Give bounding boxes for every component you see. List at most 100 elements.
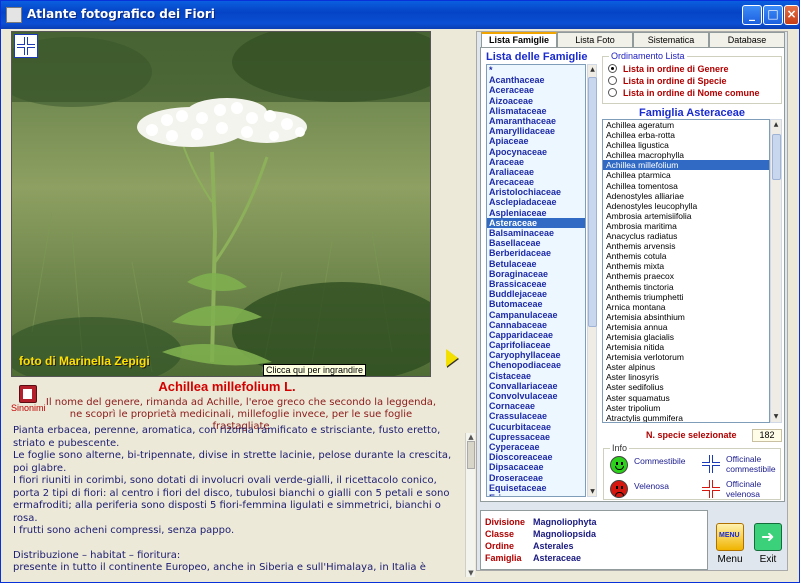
family-list-item[interactable]: Convolvulaceae xyxy=(487,391,585,401)
family-list-item[interactable]: Aceraceae xyxy=(487,85,585,95)
species-list-item[interactable]: Ambrosia artemisiifolia xyxy=(603,211,769,221)
family-list-item[interactable]: Ericaceae xyxy=(487,493,585,496)
family-list-item[interactable]: Cucurbitaceae xyxy=(487,422,585,432)
family-list-item[interactable]: Asteraceae xyxy=(487,217,585,228)
minimize-button[interactable]: _ xyxy=(742,5,762,25)
family-list-item[interactable]: Amaranthaceae xyxy=(487,116,585,126)
family-list[interactable]: * Acanthaceae Aceraceae Aizoaceae Alismatace… xyxy=(486,64,586,497)
flower-photo[interactable] xyxy=(11,31,431,377)
species-list-item[interactable]: Aster linosyris xyxy=(603,372,769,382)
close-button[interactable]: × xyxy=(784,5,799,25)
tab-sistematica[interactable]: Sistematica xyxy=(633,32,709,48)
scroll-up-icon[interactable]: ▲ xyxy=(771,120,781,130)
species-list-item[interactable]: Achillea erba-rotta xyxy=(603,130,769,140)
family-list-item[interactable]: Cornaceae xyxy=(487,401,585,411)
species-list-item[interactable]: Aster sedifolius xyxy=(603,382,769,392)
scroll-thumb[interactable] xyxy=(772,134,781,180)
species-list-scrollbar[interactable]: ▲ ▼ xyxy=(770,119,782,423)
family-list-item[interactable]: Aizoaceae xyxy=(487,96,585,106)
family-list-item[interactable]: Betulaceae xyxy=(487,259,585,269)
tab-database[interactable]: Database xyxy=(709,32,785,48)
family-list-item[interactable]: Cyperaceae xyxy=(487,442,585,452)
species-list-item[interactable]: Artemisia verlotorum xyxy=(603,352,769,362)
species-list-item[interactable]: Achillea ligustica xyxy=(603,140,769,150)
family-list-item[interactable]: Basellaceae xyxy=(487,238,585,248)
scroll-down-icon[interactable]: ▼ xyxy=(588,487,597,496)
family-list-item[interactable]: Boraginaceae xyxy=(487,269,585,279)
sinonimi-button[interactable]: Sinonimi xyxy=(11,385,46,413)
species-list-item[interactable]: Anthemis mixta xyxy=(603,261,769,271)
family-list-item[interactable]: Cannabaceae xyxy=(487,320,585,330)
scroll-thumb[interactable] xyxy=(467,441,475,469)
tab-lista-famiglie[interactable]: Lista Famiglie xyxy=(481,32,557,48)
species-list-item[interactable]: Artemisia annua xyxy=(603,322,769,332)
family-list-item[interactable]: * xyxy=(487,65,585,75)
family-list-item[interactable]: Balsaminaceae xyxy=(487,228,585,238)
scroll-down-icon[interactable]: ▼ xyxy=(466,569,476,577)
family-list-item[interactable]: Acanthaceae xyxy=(487,75,585,85)
family-list-item[interactable]: Caryophyllaceae xyxy=(487,350,585,360)
radio-order-specie[interactable]: Lista in ordine di Specie xyxy=(608,76,727,86)
species-list-item[interactable]: Atractylis gummifera xyxy=(603,413,769,422)
species-list-item[interactable]: Artemisia absinthium xyxy=(603,312,769,322)
description-scrollbar[interactable]: ▲ ▼ xyxy=(465,433,475,577)
family-list-scrollbar[interactable]: ▲ ▼ xyxy=(587,64,597,497)
radio-dot-icon[interactable] xyxy=(608,76,617,85)
scroll-thumb[interactable] xyxy=(588,77,597,327)
family-list-item[interactable]: Dipsacaceae xyxy=(487,462,585,472)
species-list-item[interactable]: Achillea ageratum xyxy=(603,120,769,130)
family-list-item[interactable]: Berberidaceae xyxy=(487,248,585,258)
family-list-item[interactable]: Araliaceae xyxy=(487,167,585,177)
species-list-item[interactable]: Anthemis tinctoria xyxy=(603,282,769,292)
species-list-item[interactable]: Achillea millefolium xyxy=(603,160,769,171)
tab-lista-foto[interactable]: Lista Foto xyxy=(557,32,633,48)
species-list-item[interactable]: Aster tripolium xyxy=(603,403,769,413)
family-list-item[interactable]: Chenopodiaceae xyxy=(487,360,585,370)
family-list-item[interactable]: Araceae xyxy=(487,157,585,167)
species-list-item[interactable]: Anthemis cotula xyxy=(603,251,769,261)
species-list-item[interactable]: Anthemis praecox xyxy=(603,271,769,281)
maximize-button[interactable]: □ xyxy=(763,5,783,25)
family-list-item[interactable]: Droseraceae xyxy=(487,473,585,483)
species-list-item[interactable]: Anthemis arvensis xyxy=(603,241,769,251)
family-list-item[interactable]: Dioscoreaceae xyxy=(487,452,585,462)
menu-button[interactable]: MENU Menu xyxy=(713,521,747,569)
species-list-item[interactable]: Arnica montana xyxy=(603,302,769,312)
radio-dot-icon[interactable] xyxy=(608,64,617,73)
family-list-item[interactable]: Campanulaceae xyxy=(487,310,585,320)
species-list-item[interactable]: Aster alpinus xyxy=(603,362,769,372)
family-list-item[interactable]: Amaryllidaceae xyxy=(487,126,585,136)
family-list-item[interactable]: Asclepiadaceae xyxy=(487,197,585,207)
family-list-item[interactable]: Aspleniaceae xyxy=(487,208,585,218)
family-list-item[interactable]: Arecaceae xyxy=(487,177,585,187)
species-list-item[interactable]: Anacyclus radiatus xyxy=(603,231,769,241)
species-list-item[interactable]: Achillea ptarmica xyxy=(603,170,769,180)
family-list-item[interactable]: Alismataceae xyxy=(487,106,585,116)
species-list-item[interactable]: Ambrosia maritima xyxy=(603,221,769,231)
family-list-item[interactable]: Butomaceae xyxy=(487,299,585,309)
species-list-item[interactable]: Artemisia glacialis xyxy=(603,332,769,342)
species-list-item[interactable]: Achillea tomentosa xyxy=(603,181,769,191)
scroll-up-icon[interactable]: ▲ xyxy=(466,433,476,441)
family-list-item[interactable]: Apocynaceae xyxy=(487,147,585,157)
radio-order-nome-comune[interactable]: Lista in ordine di Nome comune xyxy=(608,88,760,98)
family-list-item[interactable]: Apiaceae xyxy=(487,136,585,146)
family-list-item[interactable]: Capparidaceae xyxy=(487,330,585,340)
species-list-item[interactable]: Anthemis triumphetti xyxy=(603,292,769,302)
species-list-item[interactable]: Aster squamatus xyxy=(603,393,769,403)
species-list-item[interactable]: Artemisia nitida xyxy=(603,342,769,352)
species-list-item[interactable]: Achillea macrophylla xyxy=(603,150,769,160)
family-list-item[interactable]: Cupressaceae xyxy=(487,432,585,442)
family-list-item[interactable]: Equisetaceae xyxy=(487,483,585,493)
family-list-item[interactable]: Convallariaceae xyxy=(487,381,585,391)
next-photo-arrow-icon[interactable] xyxy=(446,349,458,367)
exit-button[interactable]: Exit xyxy=(751,521,785,569)
family-list-item[interactable]: Aristolochiaceae xyxy=(487,187,585,197)
scroll-up-icon[interactable]: ▲ xyxy=(588,65,597,74)
species-list-item[interactable]: Adenostyles leucophylla xyxy=(603,201,769,211)
family-list-item[interactable]: Cistaceae xyxy=(487,371,585,381)
family-list-item[interactable]: Crassulaceae xyxy=(487,411,585,421)
species-list-item[interactable]: Adenostyles alliariae xyxy=(603,191,769,201)
species-list[interactable]: Achillea ageratum Achillea erba-rotta Achi… xyxy=(602,119,770,423)
radio-order-genere[interactable]: Lista in ordine di Genere xyxy=(608,64,729,74)
